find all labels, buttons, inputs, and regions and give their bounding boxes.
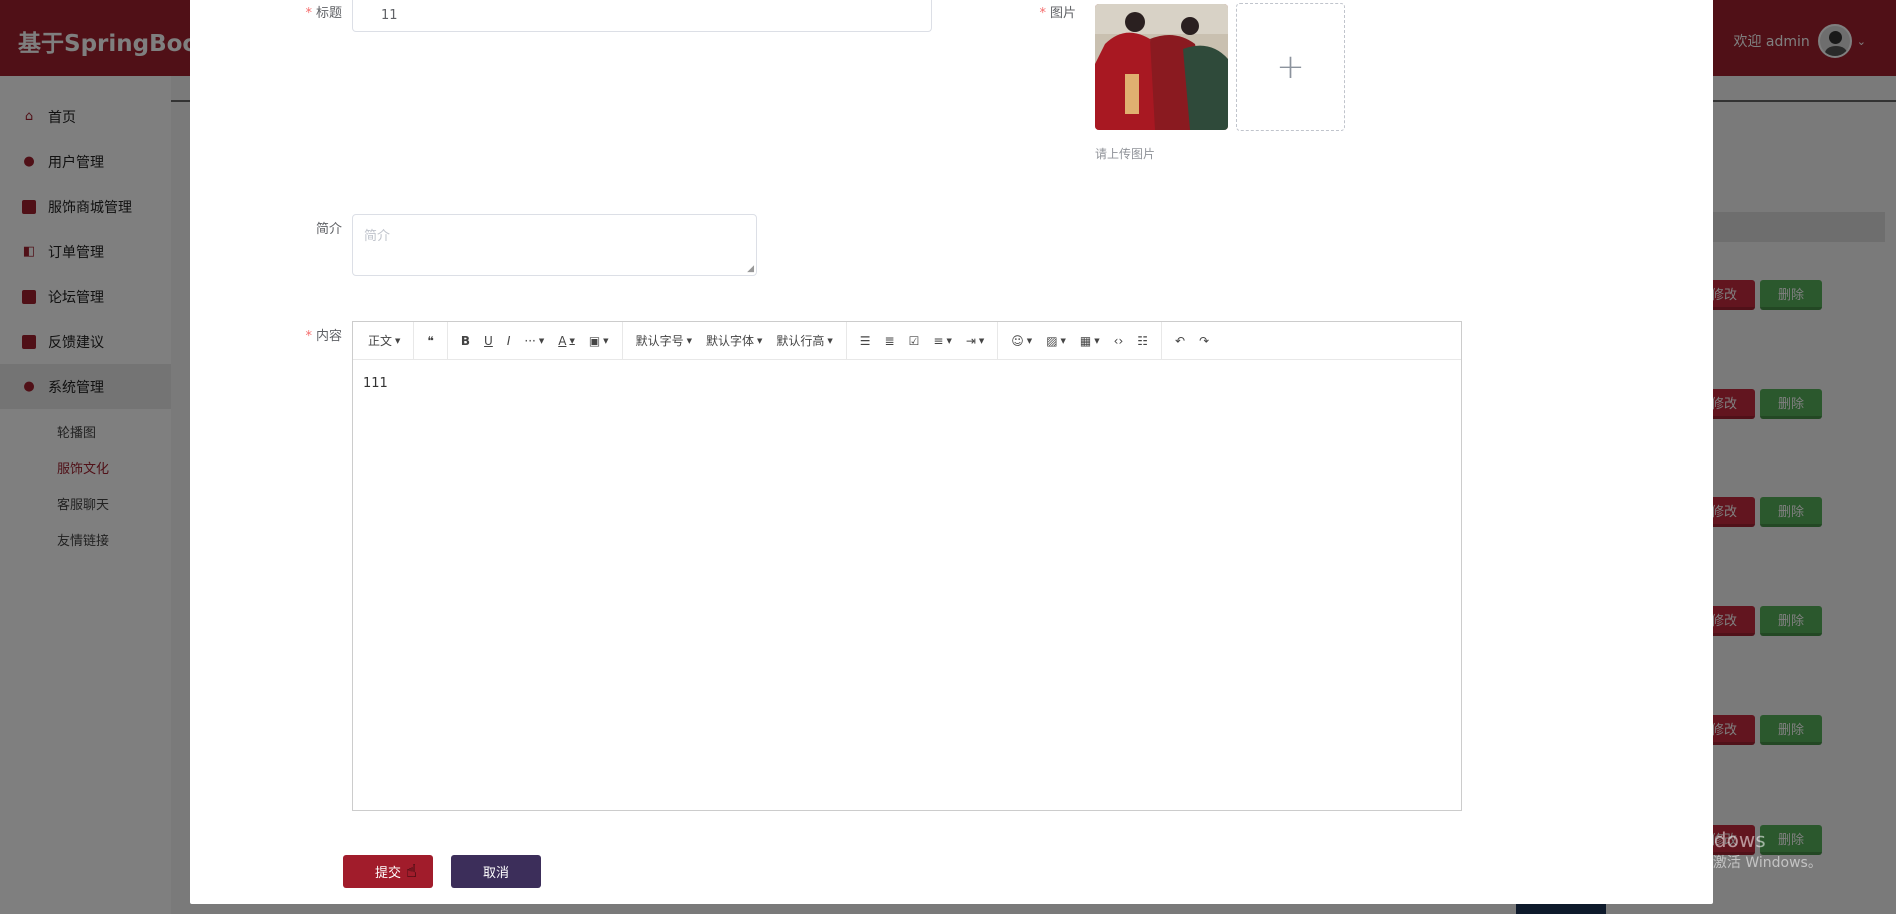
- title-input[interactable]: 11: [352, 0, 932, 32]
- rich-text-editor: 正文 ▼ ❝ B U I ··· ▼ A ▼ ▣ ▼ 默认字号 ▼ 默认字体 ▼ 默认行高 ▼…: [352, 321, 1462, 811]
- title-label: * 标题: [305, 6, 342, 21]
- bullet-list-icon[interactable]: ☰: [853, 328, 878, 354]
- submit-button[interactable]: 提交: [343, 855, 433, 888]
- windows-activation-watermark: 激活 Windows 转到"设置"以激活 Windows。: [1630, 826, 1822, 872]
- indent-icon[interactable]: ⇥ ▼: [959, 328, 991, 354]
- image-insert-icon[interactable]: ▨ ▼: [1039, 328, 1073, 354]
- summary-placeholder: 简介: [364, 229, 391, 244]
- table-insert-icon[interactable]: ▦ ▼: [1073, 328, 1107, 354]
- cancel-button[interactable]: 取消: [451, 855, 541, 888]
- summary-label: 简介: [315, 222, 342, 237]
- line-height-dropdown[interactable]: 默认行高 ▼: [769, 328, 839, 354]
- font-size-dropdown[interactable]: 默认字号 ▼: [629, 328, 699, 354]
- underline-icon[interactable]: U: [477, 328, 500, 354]
- background-color-icon[interactable]: ▣ ▼: [582, 328, 616, 354]
- numbered-list-icon[interactable]: ≣: [878, 328, 902, 354]
- editor-content-area[interactable]: 111: [353, 360, 1461, 407]
- paragraph-dropdown[interactable]: 正文 ▼: [361, 328, 407, 354]
- image-label: * 图片: [1039, 6, 1076, 21]
- watermark-line2: 转到"设置"以激活 Windows。: [1630, 855, 1822, 871]
- image-upload-button[interactable]: +: [1236, 3, 1345, 131]
- plus-icon: +: [1276, 47, 1305, 87]
- font-family-dropdown[interactable]: 默认字体 ▼: [699, 328, 769, 354]
- watermark-line1: 激活 Windows: [1630, 828, 1766, 852]
- italic-icon[interactable]: I: [500, 328, 518, 354]
- editor-toolbar: 正文 ▼ ❝ B U I ··· ▼ A ▼ ▣ ▼ 默认字号 ▼ 默认字体 ▼ 默认行高 ▼…: [353, 321, 1461, 360]
- edit-dialog: *标题 11 *图片 + 请上传图片 简介 简介 ◢ *内容 正文▼ ❝: [190, 0, 1713, 904]
- emoji-icon[interactable]: ☺ ▼: [1004, 328, 1039, 354]
- editor-text: 111: [363, 376, 388, 391]
- font-color-dropdown[interactable]: A ▼: [551, 328, 582, 354]
- resize-handle-icon[interactable]: ◢: [747, 264, 754, 274]
- toolbar-separator: [845, 321, 847, 360]
- summary-textarea[interactable]: 简介 ◢: [352, 214, 757, 276]
- todo-checkbox-icon[interactable]: ☑: [902, 328, 927, 354]
- more-format-dropdown[interactable]: ··· ▼: [517, 328, 551, 354]
- redo-icon[interactable]: ↷: [1192, 328, 1216, 354]
- image-upload-tip: 请上传图片: [1095, 147, 1156, 161]
- toolbar-separator: [413, 321, 415, 360]
- toolbar-separator: [1161, 321, 1163, 360]
- quote-icon[interactable]: ❝: [420, 328, 440, 354]
- content-label: * 内容: [305, 329, 342, 344]
- bold-icon[interactable]: B: [454, 328, 477, 354]
- toolbar-separator: [997, 321, 999, 360]
- pointer-cursor-icon: ☝: [406, 861, 417, 882]
- align-icon[interactable]: ≡ ▼: [926, 328, 958, 354]
- divider-line-icon[interactable]: ☷: [1130, 328, 1155, 354]
- toolbar-separator: [621, 321, 623, 360]
- code-icon[interactable]: ‹›: [1107, 328, 1131, 354]
- toolbar-separator: [446, 321, 448, 360]
- uploaded-image-thumbnail[interactable]: [1095, 4, 1228, 130]
- undo-icon[interactable]: ↶: [1168, 328, 1192, 354]
